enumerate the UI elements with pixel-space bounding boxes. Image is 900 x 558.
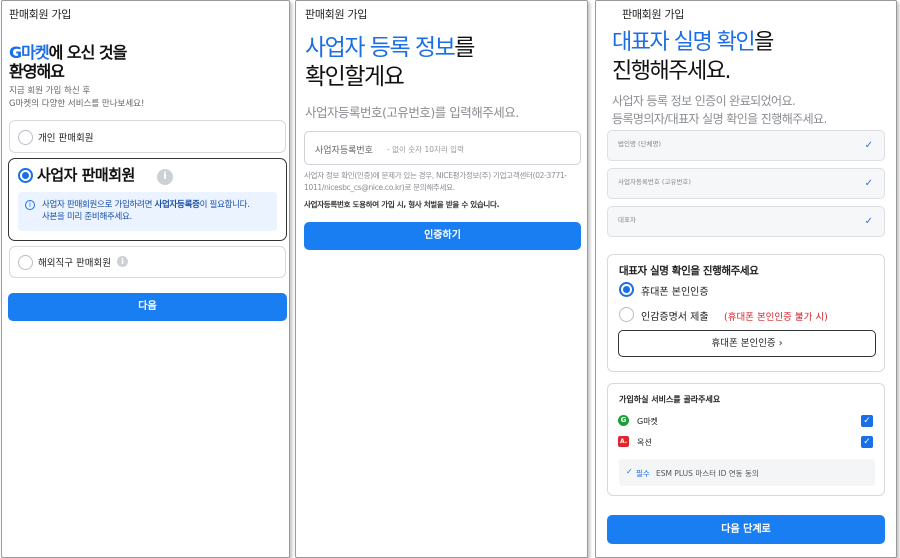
required-tag: 필수 xyxy=(636,469,650,478)
intro-line1: 지금 회원 가입 하신 후 xyxy=(9,86,91,96)
representative-field[interactable]: 대표자 ✓ xyxy=(607,206,885,237)
gmarket-checkbox[interactable]: ✓ xyxy=(861,415,873,427)
title-line2: 진행해주세요. xyxy=(612,59,731,84)
title-text: 을 xyxy=(754,30,774,55)
field-label: 법인명 (단체명) xyxy=(618,140,662,148)
button-label: 휴대폰 본인인증 xyxy=(711,338,776,349)
notice-strong: 사업자등록증 xyxy=(154,200,200,210)
option-personal-seller[interactable]: 개인 판매회원 xyxy=(9,120,286,153)
gmarket-logo-icon: G xyxy=(618,415,629,426)
auction-checkbox[interactable]: ✓ xyxy=(861,436,873,448)
next-button[interactable]: 다음 xyxy=(8,293,287,321)
title-text: 에 오신 것을 xyxy=(48,43,128,62)
title-highlight: 사업자 등록 정보 xyxy=(305,35,456,61)
notice-line2: 사본을 미리 준비해주세요. xyxy=(42,212,132,222)
identity-verification-section: 대표자 실명 확인을 진행해주세요 휴대폰 본인인증 인감증명서 제출 (휴대폰… xyxy=(607,254,885,372)
section-title: 가입하실 서비스를 골라주세요 xyxy=(619,395,721,404)
next-step-button[interactable]: 다음 단계로 xyxy=(607,515,885,544)
representative-verify-panel: 판매회원 가입 대표자 실명 확인을 진행해주세요. 사업자 등록 정보 인증이… xyxy=(595,0,897,558)
input-placeholder: - 없이 숫자 10자리 입력 xyxy=(387,145,464,154)
subtitle-line1: 사업자 등록 정보 인증이 완료되었어요. xyxy=(612,94,796,108)
chevron-right-icon: › xyxy=(778,338,783,349)
intro-text: 지금 회원 가입 하신 후 G마켓의 다양한 서비스를 만나보세요! xyxy=(9,85,144,111)
business-info-panel: 판매회원 가입 사업자 등록 정보를 확인할게요 사업자등록번호(고유번호)를 … xyxy=(295,0,588,558)
radio-overseas[interactable] xyxy=(18,255,33,270)
page-title: 대표자 실명 확인을 진행해주세요. xyxy=(612,28,774,86)
intro-line2: G마켓의 다양한 서비스를 만나보세요! xyxy=(9,99,145,109)
page-title: G마켓에 오신 것을 환영해요 xyxy=(9,43,128,81)
phone-verify-button[interactable]: 휴대폰 본인인증 › xyxy=(618,330,876,357)
subtitle: 사업자 등록 정보 인증이 완료되었어요. 등록명의자/대표자 실명 확인을 진… xyxy=(612,92,827,128)
business-number-field[interactable]: 사업자등록번호 (고유번호) ✓ xyxy=(607,168,885,199)
option-label: 해외직구 판매회원 xyxy=(38,258,111,269)
option-label: 인감증명서 제출 xyxy=(641,312,709,323)
field-label: 대표자 xyxy=(618,216,636,224)
auction-logo-icon: A. xyxy=(618,436,629,447)
notice-pre: 사업자 판매회원으로 가입하려면 xyxy=(42,200,155,210)
radio-certificate[interactable] xyxy=(619,307,634,322)
verify-button[interactable]: 인증하기 xyxy=(304,222,581,250)
note-line1: 사업자 정보 확인(인증)에 문제가 있는 경우, NICE평가정보(주) 기업… xyxy=(304,171,567,180)
check-icon: ✓ xyxy=(864,140,873,151)
option-label: 개인 판매회원 xyxy=(38,133,94,144)
panel-header: 판매회원 가입 xyxy=(622,8,685,21)
panel-header: 판매회원 가입 xyxy=(9,8,72,21)
input-label: 사업자등록번호 xyxy=(315,146,373,156)
section-title: 대표자 실명 확인을 진행해주세요 xyxy=(619,265,759,277)
page-title: 사업자 등록 정보를 확인할게요 xyxy=(305,34,475,92)
subtitle: 사업자등록번호(고유번호)를 입력해주세요. xyxy=(305,105,519,120)
option-overseas-seller[interactable]: 해외직구 판매회원 i xyxy=(9,246,286,278)
option-label: 사업자 판매회원 xyxy=(37,166,135,184)
info-icon[interactable]: i xyxy=(117,256,128,267)
title-highlight: 대표자 실명 확인 xyxy=(612,30,756,55)
radio-business[interactable] xyxy=(18,168,33,183)
field-label: 사업자등록번호 (고유번호) xyxy=(618,178,691,186)
company-name-field[interactable]: 법인명 (단체명) ✓ xyxy=(607,130,885,161)
notice-post: 이 필요합니다. xyxy=(199,200,250,210)
title-line2: 환영해요 xyxy=(9,62,65,81)
notice-info-icon: i xyxy=(25,200,35,210)
check-icon: ✓ xyxy=(864,216,873,227)
note-line2: 1011/nicesbc_cs@nice.co.kr)로 문의해주세요. xyxy=(304,183,455,192)
notice-text: 사업자 판매회원으로 가입하려면 사업자등록증이 필요합니다. 사본을 미리 준… xyxy=(42,199,250,223)
title-text: 를 xyxy=(454,35,475,61)
business-notice: i 사업자 판매회원으로 가입하려면 사업자등록증이 필요합니다. 사본을 미리… xyxy=(18,192,277,231)
option-label: 휴대폰 본인인증 xyxy=(641,287,709,298)
info-icon[interactable]: i xyxy=(157,169,173,185)
business-number-input[interactable]: 사업자등록번호 - 없이 숫자 10자리 입력 xyxy=(304,131,581,165)
fraud-warning: 사업자등록번호 도용하여 가입 시, 형사 처벌을 받을 수 있습니다. xyxy=(304,200,500,209)
panel-header: 판매회원 가입 xyxy=(305,8,368,21)
title-line2: 확인할게요 xyxy=(305,64,405,90)
check-icon: ✓ xyxy=(626,467,633,476)
esm-label: ESM PLUS 마스터 ID 연동 동의 xyxy=(656,469,759,478)
service-label: 옥션 xyxy=(637,438,652,447)
radio-phone-verify[interactable] xyxy=(619,282,634,297)
brand-name: G마켓 xyxy=(9,43,50,62)
help-note: 사업자 정보 확인(인증)에 문제가 있는 경우, NICE평가정보(주) 기업… xyxy=(304,170,586,194)
option-business-seller[interactable]: 사업자 판매회원 i i 사업자 판매회원으로 가입하려면 사업자등록증이 필요… xyxy=(8,158,287,241)
certificate-note: (휴대폰 본인인증 불가 시) xyxy=(724,312,828,323)
esm-agreement[interactable]: ✓ 필수 ESM PLUS 마스터 ID 연동 동의 xyxy=(619,459,875,486)
radio-personal[interactable] xyxy=(18,130,33,145)
service-label: G마켓 xyxy=(637,417,658,426)
subtitle-line2: 등록명의자/대표자 실명 확인을 진행해주세요. xyxy=(612,112,827,126)
check-icon: ✓ xyxy=(864,178,873,189)
service-selection-section: 가입하실 서비스를 골라주세요 G G마켓 ✓ A. 옥션 ✓ ✓ 필수 ESM… xyxy=(607,383,885,496)
welcome-panel: 판매회원 가입 G마켓에 오신 것을 환영해요 지금 회원 가입 하신 후 G마… xyxy=(1,0,290,558)
